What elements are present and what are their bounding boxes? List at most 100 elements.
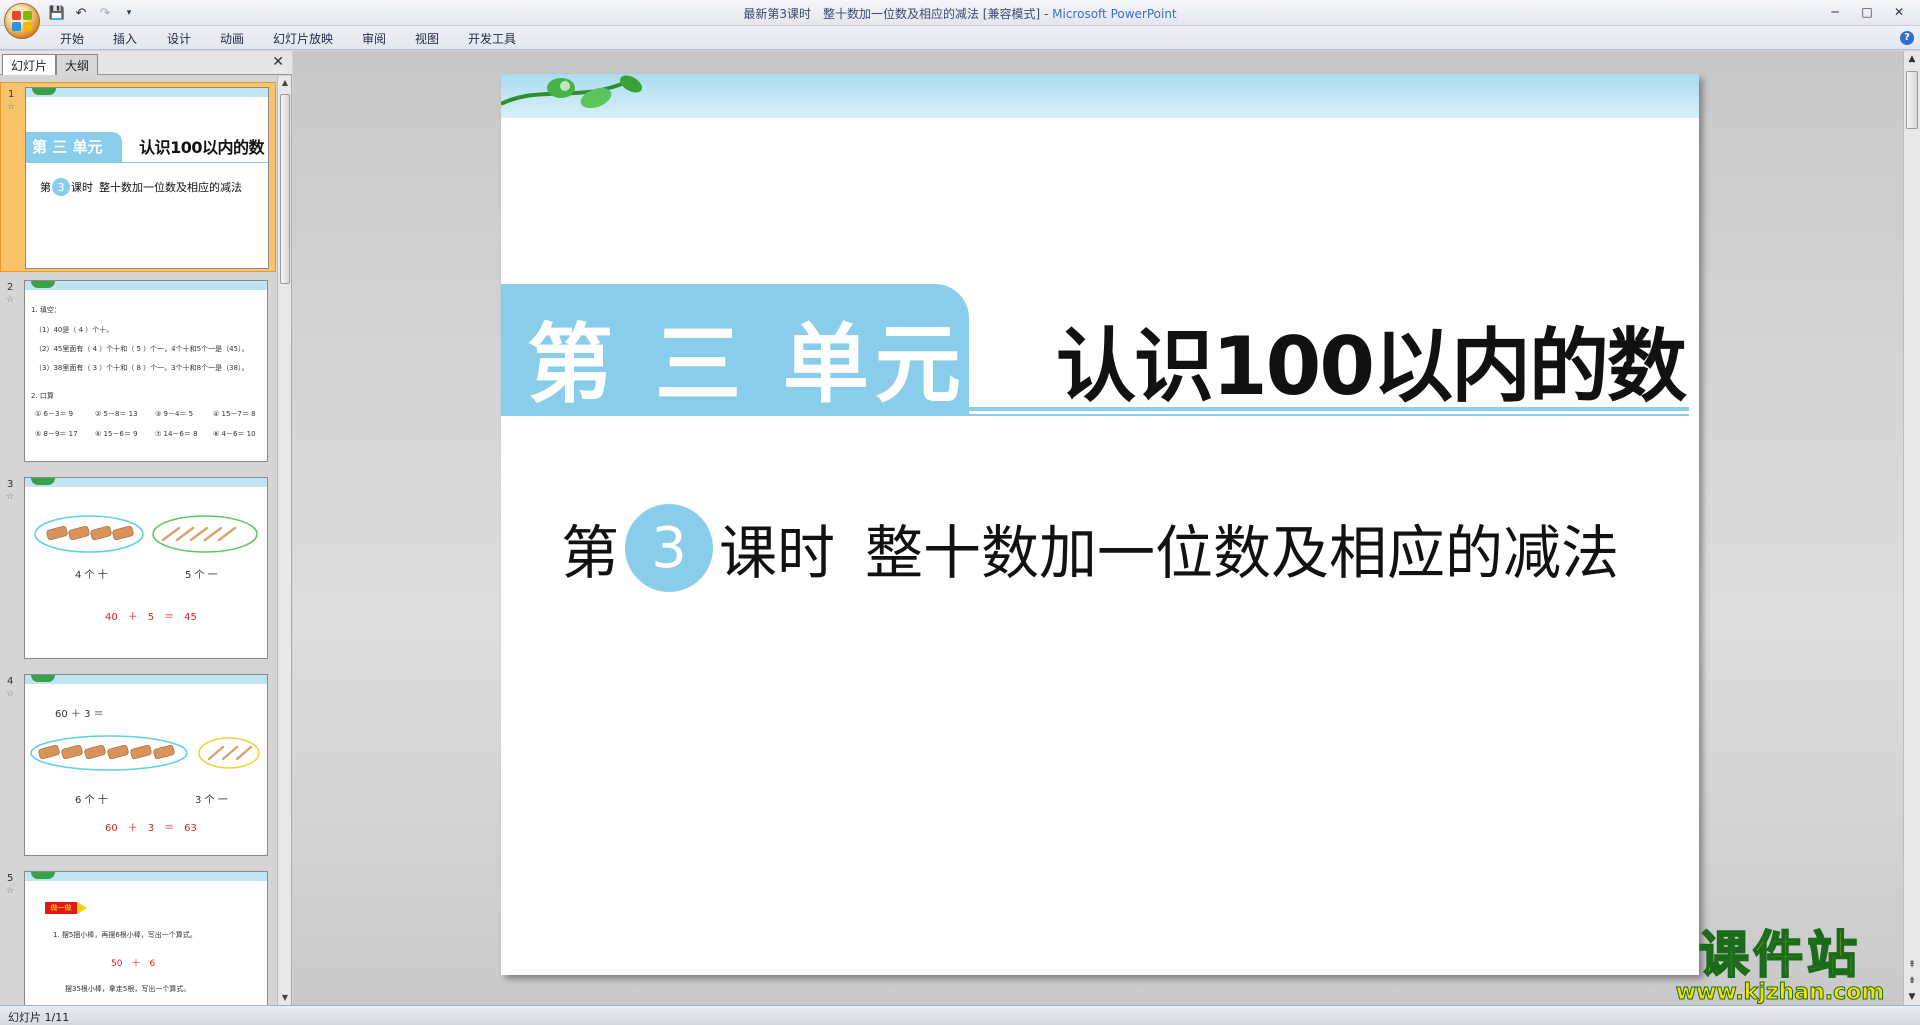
top-band: [26, 88, 268, 97]
tab-slides[interactable]: 幻灯片: [2, 54, 57, 75]
thumb-label: 5 个 一: [185, 570, 218, 581]
thumbnail-number: 3: [7, 479, 14, 490]
scroll-thumb[interactable]: [280, 94, 290, 284]
vine-icon: [31, 872, 55, 879]
title-underline: [969, 407, 1689, 411]
scroll-down-icon[interactable]: ▼: [1904, 989, 1920, 1005]
office-button[interactable]: [4, 3, 40, 39]
title-underline-thin: [501, 414, 1689, 416]
thumb-calc: ⑥ 15－6＝ 9: [95, 430, 138, 438]
minimize-button[interactable]: ─: [1820, 2, 1850, 22]
thumbnail-3[interactable]: 3 ☆ 4 个 十 5 个 一 40 ＋ 5 ＝ 45: [0, 473, 276, 663]
lesson-number: 3: [52, 178, 70, 196]
tab-view[interactable]: 视图: [415, 30, 439, 47]
tab-developer[interactable]: 开发工具: [468, 30, 516, 47]
thumbnail-4[interactable]: 4 ☆ 60 ＋ 3 ＝ 6 个 十 3 个 一 60 ＋ 3 ＝ 63: [0, 670, 276, 860]
window-title: 最新第3课时 整十数加一位数及相应的减法 [兼容模式] - Microsoft …: [0, 5, 1920, 22]
thumb-calc: ⑧ 4－6＝ 10: [213, 430, 256, 438]
scroll-up-icon[interactable]: ▲: [278, 76, 292, 90]
title-separator: -: [1040, 7, 1053, 21]
next-slide-icon[interactable]: ⇟: [1904, 973, 1920, 989]
tab-outline[interactable]: 大纲: [56, 54, 99, 75]
thumbnail-slide: 第 三 单元 认识100以内的数 第 3 课时 整十数加一位数及相应的减法: [25, 87, 269, 269]
thumb-text: 摆35根小棒，拿走5根，写出一个算式。: [65, 985, 191, 993]
tab-animations[interactable]: 动画: [220, 30, 244, 47]
prev-slide-icon[interactable]: ⇞: [1904, 957, 1920, 973]
thumb-question: 60 ＋ 3 ＝: [55, 709, 104, 720]
top-band: [25, 281, 267, 290]
thumbnail-number: 1: [8, 89, 15, 100]
thumbnail-2[interactable]: 2 ☆ 1. 填空： （1）40是（ 4 ）个十。 （2）45里面有（ 4 ）个…: [0, 276, 276, 466]
slide-counter: 幻灯片 1/11: [8, 1011, 70, 1024]
lesson-prefix: 第: [561, 519, 620, 587]
title-bar: 💾 ↶ ↷ ▾ 最新第3课时 整十数加一位数及相应的减法 [兼容模式] - Mi…: [0, 0, 1920, 39]
tab-insert[interactable]: 插入: [113, 30, 137, 47]
status-bar: 幻灯片 1/11: [0, 1005, 1920, 1025]
vine-icon: [31, 281, 55, 288]
slides-pane: 幻灯片 大纲 ✕ 1 ☆ 第 三 单元 认识100以内的数 第 3 课时 整十数…: [0, 51, 292, 1005]
thumbnail-5[interactable]: 5 ☆ 做一做 1. 摆5捆小棒，再摆6根小棒，写出一个算式。 50 ＋ 6 摆…: [0, 867, 276, 1005]
thumb-label: 4 个 十: [75, 570, 108, 581]
lesson-suffix: 课时: [719, 519, 836, 587]
unit-label[interactable]: 第 三 单元: [527, 294, 967, 419]
maximize-button[interactable]: □: [1852, 2, 1882, 22]
lesson-prefix: 第: [40, 181, 51, 194]
current-slide[interactable]: 第 三 单元 认识100以内的数 第 3 课时 整十数加一位数及相应的减法: [501, 74, 1699, 975]
office-logo-icon: [12, 11, 32, 31]
lesson-name: 整十数加一位数及相应的减法: [865, 519, 1620, 587]
thumb-text: （2）45里面有（ 4 ）个十和（ 5 ）个一，4个十和5个一是（45）。: [35, 345, 249, 353]
vine-icon: [31, 478, 55, 485]
thumb-divider: [26, 162, 268, 163]
top-band: [25, 478, 267, 487]
thumb-label: 6 个 十: [75, 795, 108, 806]
thumbnail-1[interactable]: 1 ☆ 第 三 单元 认识100以内的数 第 3 课时 整十数加一位数及相应的减…: [0, 82, 276, 272]
tab-slideshow[interactable]: 幻灯片放映: [273, 30, 333, 47]
transition-star-icon: ☆: [6, 689, 15, 699]
scroll-thumb[interactable]: [1906, 71, 1918, 129]
slide-title[interactable]: 认识100以内的数: [1056, 302, 1687, 418]
thumb-text: 1. 填空：: [31, 306, 61, 314]
lesson-suffix: 课时: [71, 181, 93, 194]
thumb-text: （3）38里面有（ 3 ）个十和（ 8 ）个一，3个十和8个一是（38）。: [35, 364, 249, 372]
transition-star-icon: ☆: [7, 102, 16, 112]
ribbon-tabs: 开始 插入 设计 动画 幻灯片放映 审阅 视图 开发工具 ?: [0, 26, 1920, 50]
editor-scrollbar[interactable]: ▲ ⇞ ⇟ ▼: [1903, 51, 1920, 1005]
watermark-name: 课件站: [1698, 926, 1861, 984]
tab-home[interactable]: 开始: [60, 30, 84, 47]
window-controls: ─ □ ✕: [1820, 2, 1914, 22]
thumb-calc: ② 5－8＝ 13: [95, 410, 138, 418]
thumbnail-slide: 做一做 1. 摆5捆小棒，再摆6根小棒，写出一个算式。 50 ＋ 6 摆35根小…: [24, 871, 268, 1005]
pane-close-icon[interactable]: ✕: [272, 54, 284, 70]
app-name: Microsoft PowerPoint: [1052, 7, 1177, 21]
lesson-subtitle[interactable]: 第 3 课时 整十数加一位数及相应的减法: [561, 504, 1619, 592]
tab-design[interactable]: 设计: [167, 30, 191, 47]
close-button[interactable]: ✕: [1884, 2, 1914, 22]
pane-tabs: 幻灯片 大纲 ✕: [0, 51, 292, 75]
thumbnail-number: 4: [7, 676, 14, 687]
thumbnail-number: 2: [7, 282, 14, 293]
vine-icon: [31, 675, 55, 682]
thumb-calc: ⑦ 14－6＝ 8: [155, 430, 198, 438]
scroll-up-icon[interactable]: ▲: [1904, 51, 1920, 67]
thumbnail-number: 5: [7, 873, 14, 884]
scroll-down-icon[interactable]: ▼: [278, 991, 292, 1005]
tag-arrow-icon: [77, 902, 87, 914]
slide-editor: 第 三 单元 认识100以内的数 第 3 课时 整十数加一位数及相应的减法: [293, 51, 1903, 1005]
thumb-equation: 40 ＋ 5 ＝ 45: [105, 612, 197, 623]
thumb-lesson: 第 3 课时 整十数加一位数及相应的减法: [40, 178, 242, 196]
thumbnail-slide: 60 ＋ 3 ＝ 6 个 十 3 个 一 60 ＋ 3 ＝ 63: [24, 674, 268, 856]
thumb-title: 认识100以内的数: [139, 138, 264, 157]
thumb-text: （1）40是（ 4 ）个十。: [35, 326, 114, 334]
tab-review[interactable]: 审阅: [362, 30, 386, 47]
top-band: [25, 872, 267, 881]
thumb-answer: 50 ＋ 6: [111, 959, 156, 969]
vine-icon: [32, 88, 56, 95]
thumb-calc: ③ 9－4＝ 5: [155, 410, 194, 418]
thumbnail-scrollbar[interactable]: ▲ ▼: [277, 76, 291, 1005]
help-icon[interactable]: ?: [1900, 31, 1914, 45]
transition-star-icon: ☆: [6, 886, 15, 896]
lesson-number-badge: 3: [625, 504, 714, 592]
top-band: [25, 675, 267, 684]
thumbnail-slide: 1. 填空： （1）40是（ 4 ）个十。 （2）45里面有（ 4 ）个十和（ …: [24, 280, 268, 462]
thumb-calc: ① 6－3＝ 9: [35, 410, 74, 418]
